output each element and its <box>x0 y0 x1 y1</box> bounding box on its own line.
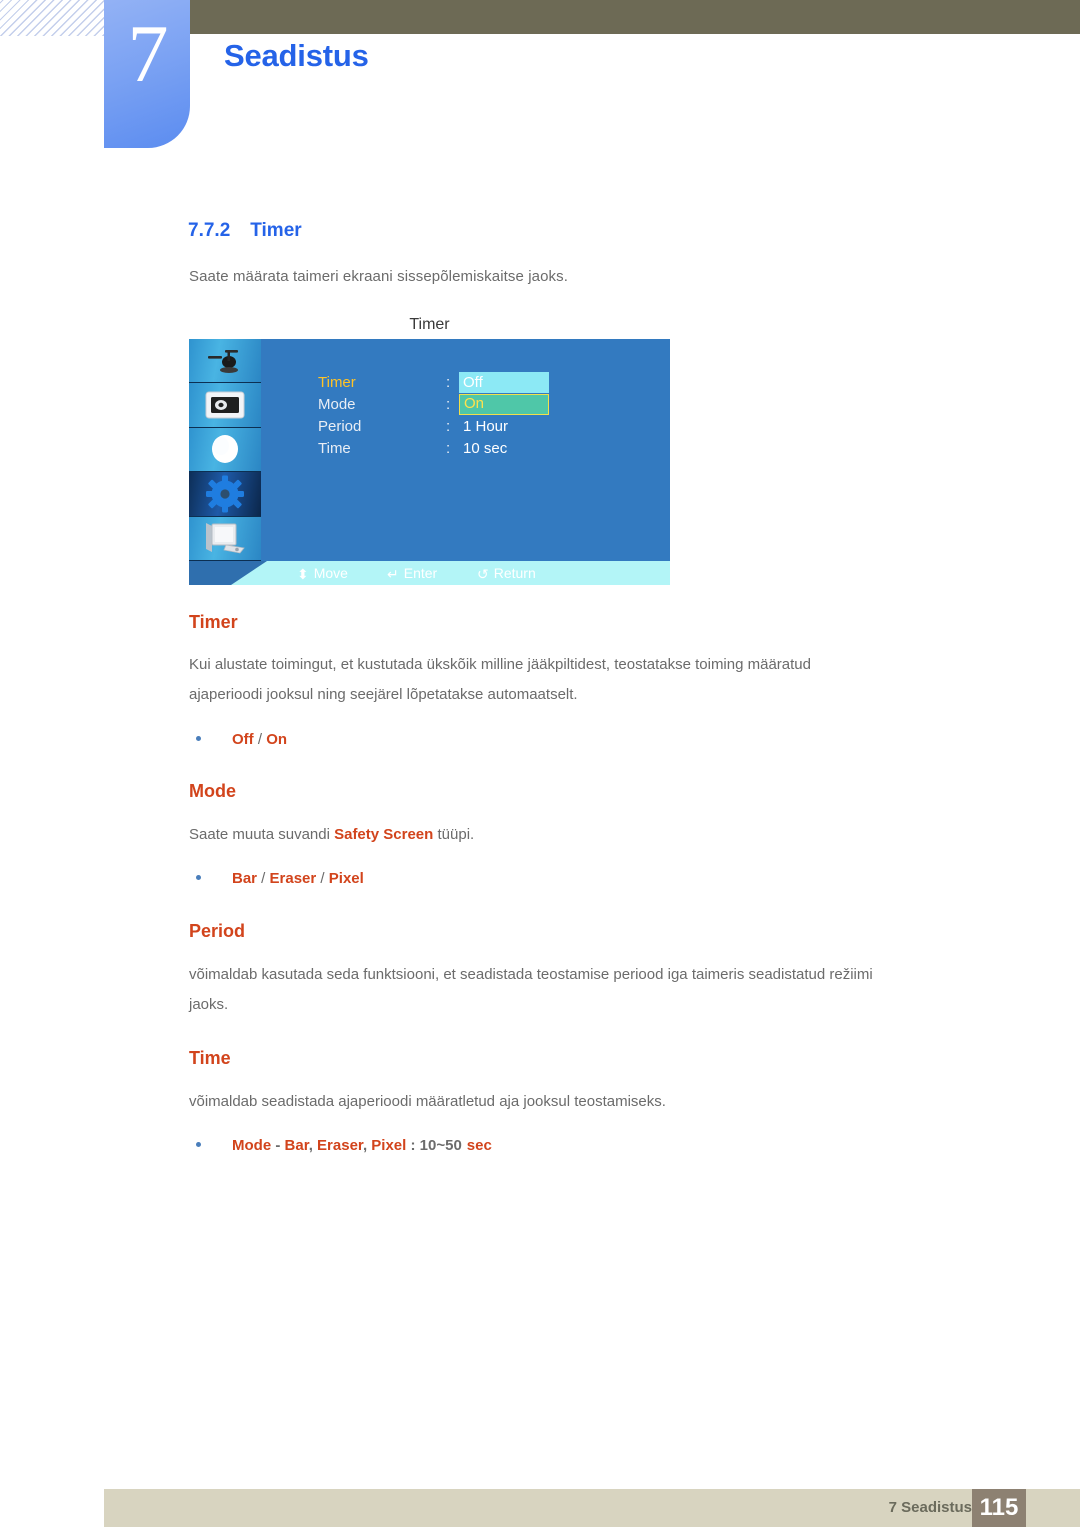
osd-row-colon: : <box>446 418 451 435</box>
section-number: 7.7.2 <box>188 220 231 241</box>
chapter-number: 7 <box>127 8 169 99</box>
subsection-paragraph-time: võimaldab seadistada ajaperioodi määratl… <box>189 1093 666 1110</box>
osd-row-value[interactable]: Off <box>459 372 549 393</box>
footer-page-number: 115 <box>972 1489 1026 1527</box>
osd-row-value[interactable]: 1 Hour <box>459 416 508 437</box>
bullet-value-mode: Mode <box>232 1137 272 1154</box>
section-heading: 7.7.2 Timer <box>188 220 302 242</box>
bullet-separator: / <box>253 731 267 748</box>
osd-sidebar <box>189 339 261 561</box>
osd-hint-label: Move <box>313 565 348 581</box>
mode-para-highlight: Safety Screen <box>334 826 434 843</box>
section-title: Timer <box>250 220 302 241</box>
osd-row-label: Mode <box>318 396 356 413</box>
header-band <box>178 0 1080 34</box>
bullet-value-on: On <box>266 731 288 748</box>
osd-row-label: Timer <box>318 374 356 391</box>
bullet-dot-icon <box>196 1142 201 1147</box>
move-updown-icon: ⬍ <box>297 566 309 582</box>
osd-sidebar-item-multi-control[interactable] <box>189 516 261 561</box>
osd-row-colon: : <box>446 374 451 391</box>
bullet-time-values: Mode - Bar, Eraser, Pixel : 10~50 sec <box>196 1137 492 1154</box>
sound-icon <box>212 435 238 464</box>
osd-hint-bar-notch <box>189 561 267 585</box>
subsection-paragraph-timer-line1: Kui alustate toimingut, et kustutada üks… <box>189 656 811 673</box>
osd-hint-return: ↺ Return <box>477 561 536 585</box>
enter-icon: ↵ <box>387 566 399 582</box>
osd-row-label: Period <box>318 418 362 435</box>
bullet-value-eraser: Eraser <box>269 870 317 887</box>
osd-hint-label: Return <box>493 565 536 581</box>
osd-sidebar-item-setup[interactable] <box>189 472 261 517</box>
osd-hint-label: Enter <box>403 565 438 581</box>
osd-sidebar-item-input-source[interactable] <box>189 339 261 384</box>
bullet-value-bar: Bar <box>284 1137 309 1154</box>
subsection-heading-mode: Mode <box>189 781 236 801</box>
bullet-value-bar: Bar <box>232 870 258 887</box>
bullet-timer-values: Off / On <box>196 731 287 748</box>
osd-hint-move: ⬍ Move <box>297 561 348 585</box>
setup-gear-icon <box>206 475 244 513</box>
footer-chapter-label: 7 Seadistus <box>888 1499 972 1516</box>
bullet-value-pixel: Pixel <box>328 870 364 887</box>
subsection-paragraph-timer-line2: ajaperioodi jooksul ning seejärel lõpeta… <box>189 686 578 703</box>
subsection-heading-period: Period <box>189 921 246 941</box>
header-hatch-decoration <box>0 0 112 36</box>
subsection-heading-time: Time <box>189 1048 231 1068</box>
bullet-value-off: Off <box>232 731 254 748</box>
mode-para-pre: Saate muuta suvandi <box>189 826 335 843</box>
bullet-value-pixel: Pixel <box>371 1137 407 1154</box>
chapter-title: Seadistus <box>224 38 369 73</box>
bullet-colon: : <box>406 1137 420 1154</box>
osd-sidebar-item-picture[interactable] <box>189 383 261 428</box>
return-icon: ↺ <box>477 566 489 582</box>
multi-control-icon <box>206 523 245 554</box>
bullet-separator: / <box>316 870 329 887</box>
subsection-paragraph-period-line2: jaoks. <box>189 996 229 1013</box>
osd-hint-enter: ↵ Enter <box>387 561 437 585</box>
picture-icon <box>205 391 245 419</box>
bullet-dash: - <box>271 1137 285 1154</box>
subsection-paragraph-mode: Saate muuta suvandi Safety Screen tüüpi. <box>189 820 474 850</box>
mode-para-post: tüüpi. <box>433 826 475 843</box>
osd-title: Timer <box>409 316 450 333</box>
osd-row-value[interactable]: 10 sec <box>459 438 507 459</box>
osd-row-colon: : <box>446 440 451 457</box>
bullet-value-eraser: Eraser <box>317 1137 363 1154</box>
subsection-paragraph-period-line1: võimaldab kasutada seda funktsiooni, et … <box>189 966 873 983</box>
bullet-range: 10~50 <box>419 1137 462 1154</box>
section-intro-text: Saate määrata taimeri ekraani sissepõlem… <box>189 268 568 285</box>
bullet-mode-values: Bar / Eraser / Pixel <box>196 870 364 887</box>
osd-row-colon: : <box>446 396 451 413</box>
osd-screenshot: Timer Timer: Off Mode: On Period: 1 H… <box>189 313 670 585</box>
input-source-icon <box>208 349 238 373</box>
bullet-unit: sec <box>466 1137 492 1154</box>
bullet-dot-icon <box>196 875 201 880</box>
subsection-heading-timer: Timer <box>189 612 238 632</box>
bullet-dot-icon <box>196 736 201 741</box>
osd-sidebar-item-sound[interactable] <box>189 427 261 473</box>
osd-menu-rows: Timer : Off Mode : On Period : 1 Hour Ti… <box>261 339 670 561</box>
bullet-separator: / <box>257 870 270 887</box>
chapter-tab: 7 <box>104 0 190 148</box>
osd-row-value[interactable]: On <box>459 394 549 415</box>
bullet-comma: , <box>308 1137 318 1154</box>
osd-row-label: Time <box>318 440 351 457</box>
